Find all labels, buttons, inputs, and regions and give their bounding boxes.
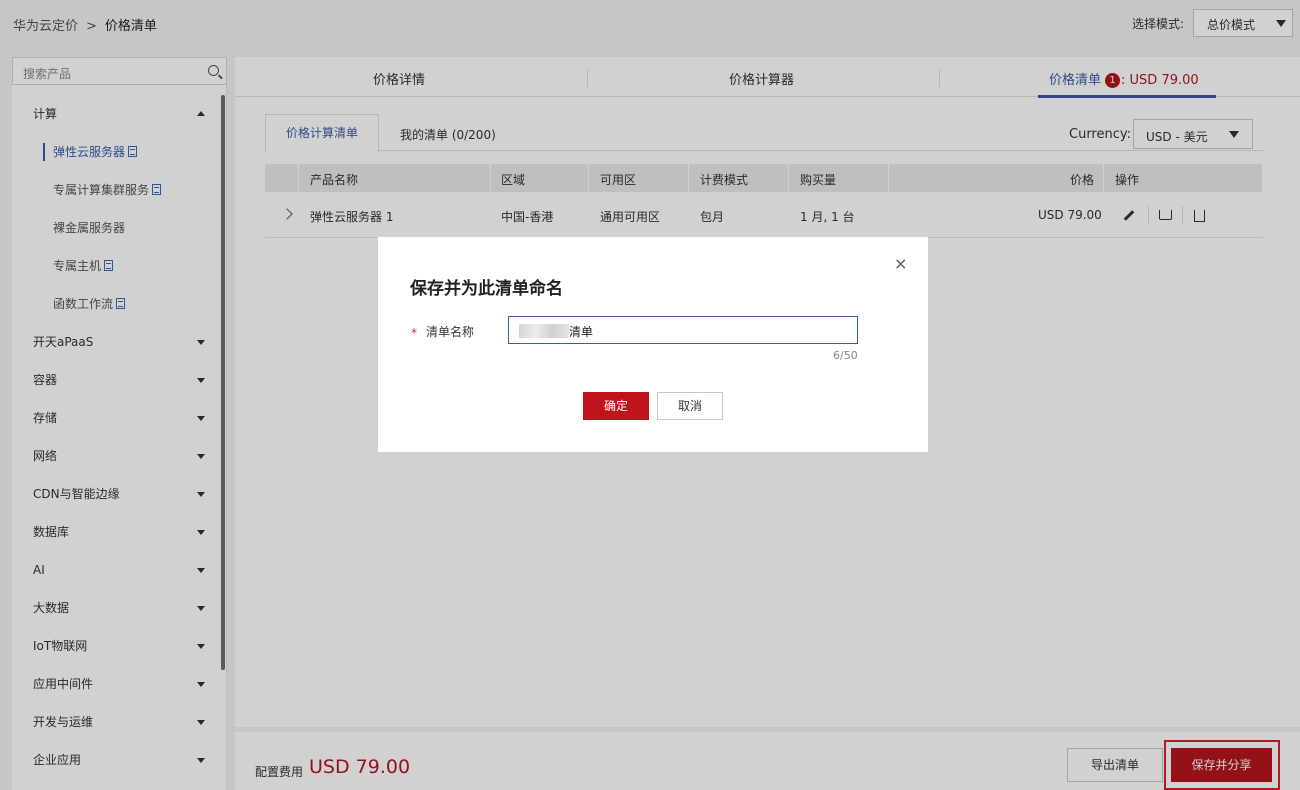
- redacted-text: [519, 324, 569, 338]
- close-icon[interactable]: ×: [894, 256, 907, 272]
- save-list-dialog: 保存并为此清单命名 × * 清单名称 清单 6/50 确定 取消: [378, 237, 928, 452]
- cancel-button[interactable]: 取消: [657, 392, 723, 420]
- required-mark: *: [411, 326, 417, 340]
- list-name-label: 清单名称: [426, 325, 475, 339]
- char-count: 6/50: [833, 349, 858, 362]
- confirm-button[interactable]: 确定: [583, 392, 649, 420]
- list-name-input[interactable]: 清单: [508, 316, 858, 344]
- dialog-title: 保存并为此清单命名: [410, 279, 563, 299]
- list-name-input-value: 清单: [569, 325, 594, 339]
